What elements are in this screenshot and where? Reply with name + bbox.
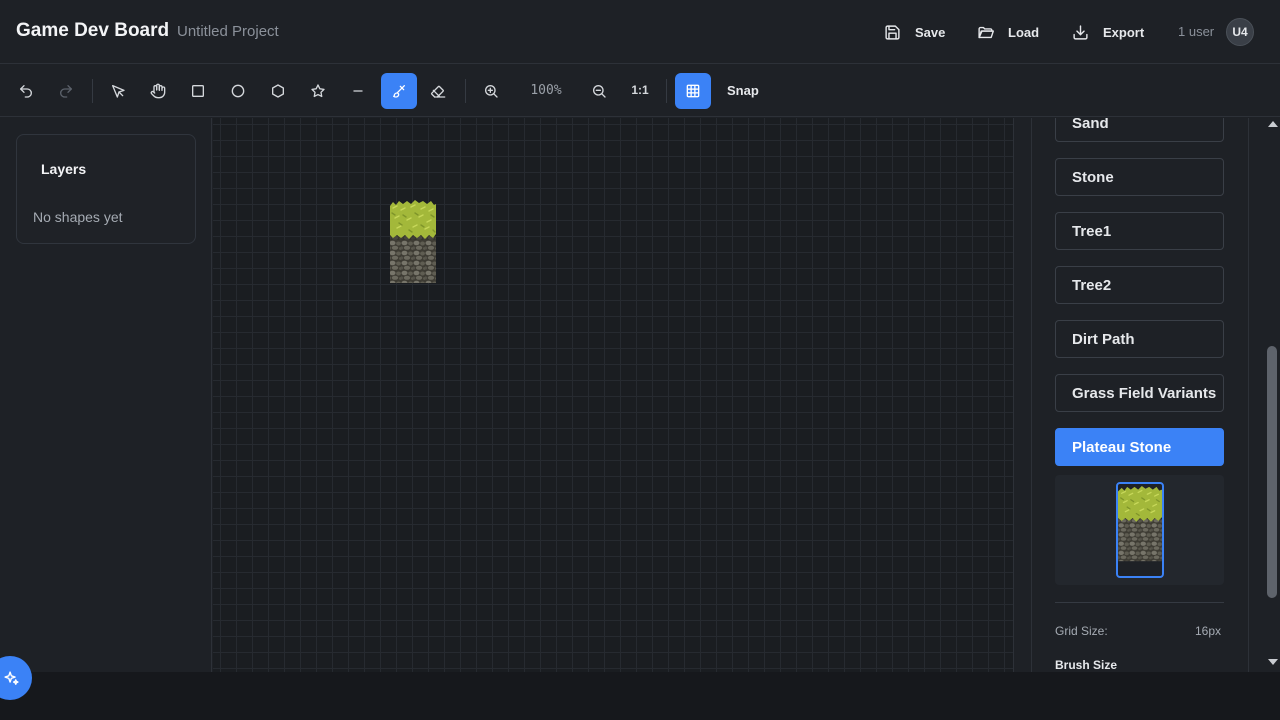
line-icon [353, 90, 363, 92]
toolbar-divider [465, 79, 466, 103]
layers-panel: Layers No shapes yet [16, 134, 196, 244]
eraser-tool-button[interactable] [420, 73, 456, 109]
circle-icon [231, 84, 245, 98]
hexagon-icon [272, 84, 284, 98]
toolbar: 100% 1:1 Snap [0, 65, 1280, 117]
zoom-in-button[interactable] [473, 73, 509, 109]
tileset-item-tree2[interactable]: Tree2 [1055, 266, 1224, 304]
plateau-stone-tile[interactable] [389, 200, 437, 284]
tile-preview-sprite[interactable] [1116, 482, 1164, 578]
grid-size-value: 16px [1195, 624, 1222, 638]
select-tool-button[interactable] [100, 73, 136, 109]
grid-icon [686, 84, 700, 98]
brush-size-label: Brush Size [1055, 658, 1118, 672]
undo-icon [20, 85, 32, 98]
scroll-up-arrow-icon[interactable] [1268, 121, 1278, 127]
grid-toggle-button[interactable] [675, 73, 711, 109]
load-label: Load [1008, 24, 1040, 40]
circle-tool-button[interactable] [220, 73, 256, 109]
pan-tool-button[interactable] [140, 73, 176, 109]
layers-empty-text: No shapes yet [33, 209, 123, 225]
undo-button[interactable] [8, 73, 44, 109]
zoom-in-icon [485, 85, 498, 98]
app-title: Game Dev Board [16, 20, 170, 41]
tileset-item-plateau-stone[interactable]: Plateau Stone [1055, 428, 1224, 466]
paint-brush-icon [393, 85, 405, 98]
zoom-out-button[interactable] [581, 73, 617, 109]
export-label: Export [1103, 24, 1145, 40]
zoom-level: 100% [530, 83, 562, 98]
brush-tool-button[interactable] [381, 73, 417, 109]
star-tool-button[interactable] [300, 73, 336, 109]
left-panel: Layers No shapes yet [0, 118, 212, 672]
user-count: 1 user [1178, 24, 1215, 39]
sparkles-icon [4, 670, 19, 685]
snap-toggle[interactable]: Snap [727, 83, 759, 98]
tileset-item-stone[interactable]: Stone [1055, 158, 1224, 196]
layers-title: Layers [41, 161, 87, 177]
scroll-down-arrow-icon[interactable] [1268, 659, 1278, 665]
tile-preview [1055, 475, 1224, 585]
save-label: Save [915, 24, 946, 40]
reset-zoom-button[interactable]: 1:1 [626, 83, 654, 97]
panel-scrollbar[interactable] [1264, 118, 1280, 672]
rectangle-icon [192, 85, 204, 97]
grid-size-label: Grid Size: [1055, 624, 1108, 638]
star-icon [311, 84, 325, 98]
select-arrow-icon [112, 85, 125, 98]
bottom-bar [0, 672, 1280, 720]
avatar[interactable]: U4 [1226, 18, 1254, 46]
line-tool-button[interactable] [340, 73, 376, 109]
scroll-thumb[interactable] [1267, 346, 1277, 598]
redo-button[interactable] [48, 73, 84, 109]
toolbar-divider [92, 79, 93, 103]
tileset-item-dirt-path[interactable]: Dirt Path [1055, 320, 1224, 358]
rectangle-tool-button[interactable] [180, 73, 216, 109]
save-icon [885, 24, 900, 40]
drawing-canvas[interactable] [213, 118, 1013, 672]
eraser-icon [430, 85, 446, 98]
zoom-out-icon [593, 85, 606, 98]
folder-open-icon [978, 26, 994, 38]
panel-gutter [1013, 118, 1031, 672]
project-name[interactable]: Untitled Project [177, 23, 279, 40]
app-header: Game Dev Board Untitled Project Save Loa… [0, 0, 1280, 64]
tileset-item-grass-field-variants[interactable]: Grass Field Variants [1055, 374, 1224, 412]
polygon-tool-button[interactable] [260, 73, 296, 109]
tileset-item-tree1[interactable]: Tree1 [1055, 212, 1224, 250]
hand-icon [150, 83, 166, 99]
tileset-item-sand[interactable]: Sand [1055, 118, 1224, 142]
redo-icon [60, 85, 72, 98]
toolbar-divider [666, 79, 667, 103]
tileset-panel: Sand Stone Tree1 Tree2 Dirt Path Grass F… [1031, 118, 1249, 672]
download-icon [1073, 24, 1088, 40]
export-button[interactable]: Export [1072, 20, 1144, 44]
load-button[interactable]: Load [977, 20, 1039, 44]
settings-divider [1055, 602, 1224, 603]
save-button[interactable]: Save [884, 20, 945, 44]
